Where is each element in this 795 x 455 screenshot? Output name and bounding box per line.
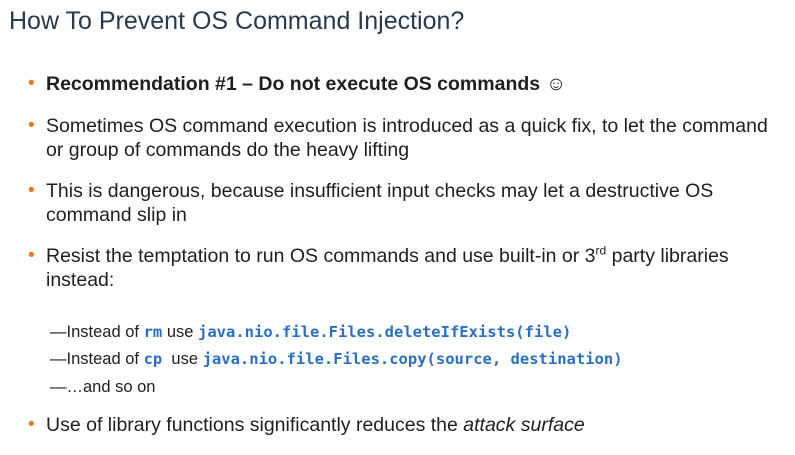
dash-marker: — — [50, 323, 67, 341]
bullet-text: Recommendation #1 – Do not execute OS co… — [46, 72, 788, 96]
command-cp: cp — [143, 350, 163, 368]
bullet-dot: • — [28, 73, 35, 94]
sub-text-mid: use — [162, 350, 203, 368]
bullet-attack-surface: • Use of library functions significantly… — [28, 413, 788, 437]
bullet-dangerous: • This is dangerous, because insufficien… — [28, 179, 788, 227]
bullet-quick-fix: • Sometimes OS command execution is intr… — [28, 114, 788, 162]
sub-item-rm: —Instead of rm use java.nio.file.Files.d… — [50, 321, 571, 343]
bullet-text: Resist the temptation to run OS commands… — [46, 244, 788, 292]
ordinal-suffix: rd — [595, 243, 607, 258]
sub-item-cp: —Instead of cp use java.nio.file.Files.c… — [50, 348, 623, 370]
bullet-recommendation: • Recommendation #1 – Do not execute OS … — [28, 72, 788, 96]
sub-text: …and so on — [66, 378, 156, 396]
bullet-resist: • Resist the temptation to run OS comman… — [28, 244, 788, 292]
bullet-dot: • — [28, 180, 35, 201]
dash-marker: — — [50, 378, 67, 396]
resist-text-pre: Resist the temptation to run OS commands… — [46, 245, 596, 267]
attack-surface-emphasis: attack surface — [463, 414, 585, 436]
smiley-icon: ☺ — [546, 73, 567, 95]
bullet-text: Sometimes OS command execution is introd… — [46, 115, 768, 161]
bullet-dot: • — [28, 414, 35, 435]
sub-text-pre: Instead of — [66, 323, 144, 341]
sub-text-mid: use — [162, 323, 199, 341]
bullet-dot: • — [28, 115, 35, 136]
attack-text-pre: Use of library functions significantly r… — [46, 414, 464, 436]
code-delete-if-exists: java.nio.file.Files.deleteIfExists(file) — [198, 323, 572, 341]
command-rm: rm — [143, 323, 163, 341]
slide-title: How To Prevent OS Command Injection? — [9, 7, 465, 35]
bullet-text: This is dangerous, because insufficient … — [46, 180, 714, 226]
dash-marker: — — [50, 350, 67, 368]
bullet-text: Use of library functions significantly r… — [46, 413, 788, 437]
code-files-copy: java.nio.file.Files.copy(source, destina… — [202, 350, 623, 368]
recommendation-text: Recommendation #1 – Do not execute OS co… — [46, 73, 541, 95]
bullet-dot: • — [28, 245, 35, 266]
sub-item-and-so-on: —…and so on — [50, 376, 155, 398]
sub-text-pre: Instead of — [66, 350, 144, 368]
